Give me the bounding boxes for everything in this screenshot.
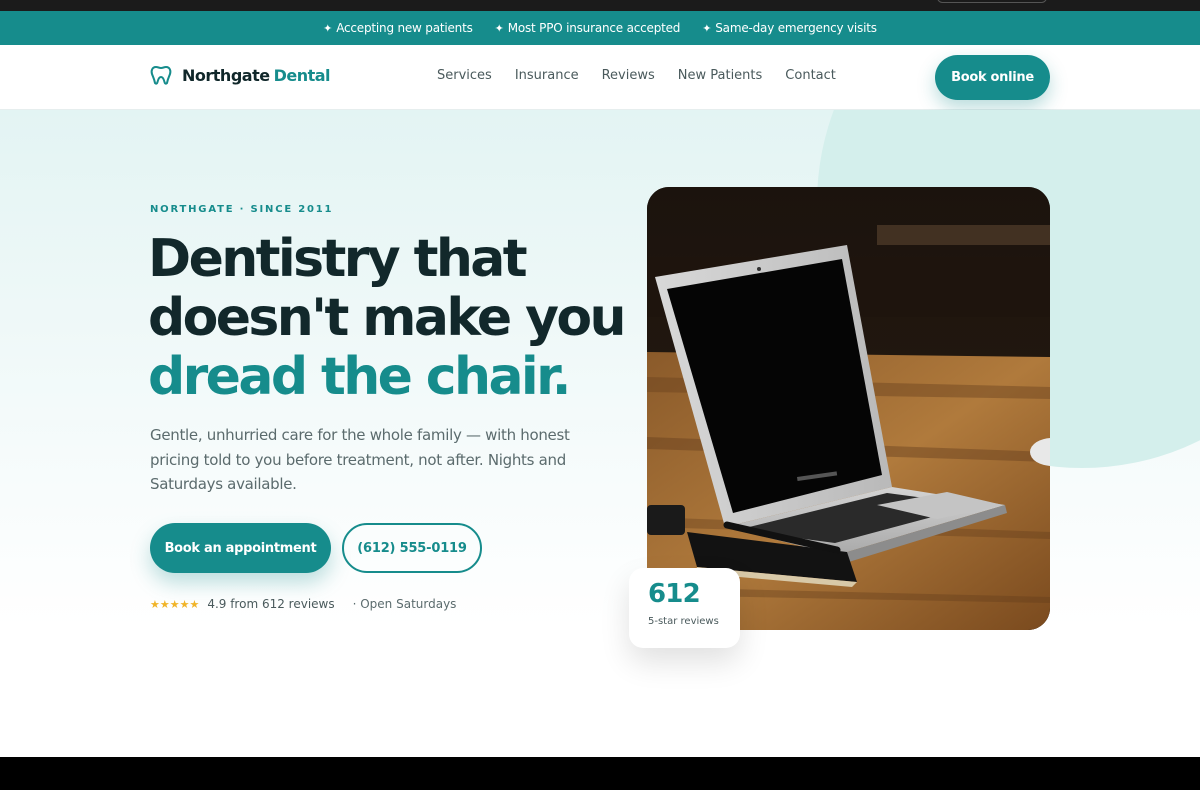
announcement-text: Accepting new patients xyxy=(336,21,473,35)
star-rating-icon: ★★★★★ xyxy=(150,597,200,611)
book-appointment-button[interactable]: Book an appointment xyxy=(150,523,331,573)
stat-label: 5-star reviews xyxy=(648,616,719,627)
headline-accent: dread the chair. xyxy=(148,347,572,407)
bottom-black-bar xyxy=(0,757,1200,790)
nav-link-services[interactable]: Services xyxy=(437,68,492,83)
nav-link-new-patients[interactable]: New Patients xyxy=(678,68,763,83)
stat-number: 612 xyxy=(648,579,701,609)
top-strip xyxy=(0,0,1200,11)
laptop-photo-illustration xyxy=(647,187,1050,630)
hero-photo-laptop xyxy=(647,187,1050,630)
stat-card: 612 5-star reviews xyxy=(629,568,740,648)
hero-subtext: Gentle, unhurried care for the whole fam… xyxy=(150,426,570,493)
sparkle-icon: ✦ xyxy=(323,21,333,35)
headline-line-2: doesn't make you xyxy=(148,288,627,348)
rating-text: 4.9 from 612 reviews xyxy=(207,597,335,611)
announcement-item: ✦ Accepting new patients xyxy=(323,21,473,35)
brand-accent: Dental xyxy=(273,65,331,85)
brand-name: Northgate xyxy=(182,65,270,85)
announcement-bar: ✦ Accepting new patients ✦ Most PPO insu… xyxy=(0,11,1200,45)
tooth-icon xyxy=(150,66,172,85)
announcement-item: ✦ Same-day emergency visits xyxy=(702,21,877,35)
nav-link-contact[interactable]: Contact xyxy=(785,68,836,83)
hero-eyebrow: NORTHGATE · SINCE 2011 xyxy=(150,204,334,215)
nav-link-insurance[interactable]: Insurance xyxy=(515,68,579,83)
headline-line-1: Dentistry that xyxy=(148,229,528,289)
announcement-text: Most PPO insurance accepted xyxy=(507,21,681,35)
hero-section: NORTHGATE · SINCE 2011 Dentistry that do… xyxy=(0,110,1200,757)
book-online-button[interactable]: Book online xyxy=(935,55,1050,100)
open-saturdays-text: · Open Saturdays xyxy=(352,597,457,611)
main-nav: Northgate Dental Services Insurance Revie… xyxy=(0,45,1200,110)
nav-links: Services Insurance Reviews New Patients … xyxy=(437,68,836,83)
announcement-item: ✦ Most PPO insurance accepted xyxy=(495,21,681,35)
announcement-text: Same-day emergency visits xyxy=(715,21,877,35)
sparkle-icon: ✦ xyxy=(702,21,712,35)
nav-link-reviews[interactable]: Reviews xyxy=(602,68,655,83)
sparkle-icon: ✦ xyxy=(494,21,504,35)
top-strip-pill xyxy=(937,0,1047,3)
rating-row: ★★★★★ 4.9 from 612 reviews · Open Saturd… xyxy=(150,597,456,611)
brand-logo[interactable]: Northgate Dental xyxy=(150,65,331,85)
hero-headline: Dentistry that doesn't make you dread th… xyxy=(148,230,628,407)
phone-button[interactable]: (612) 555-0119 xyxy=(342,523,482,573)
